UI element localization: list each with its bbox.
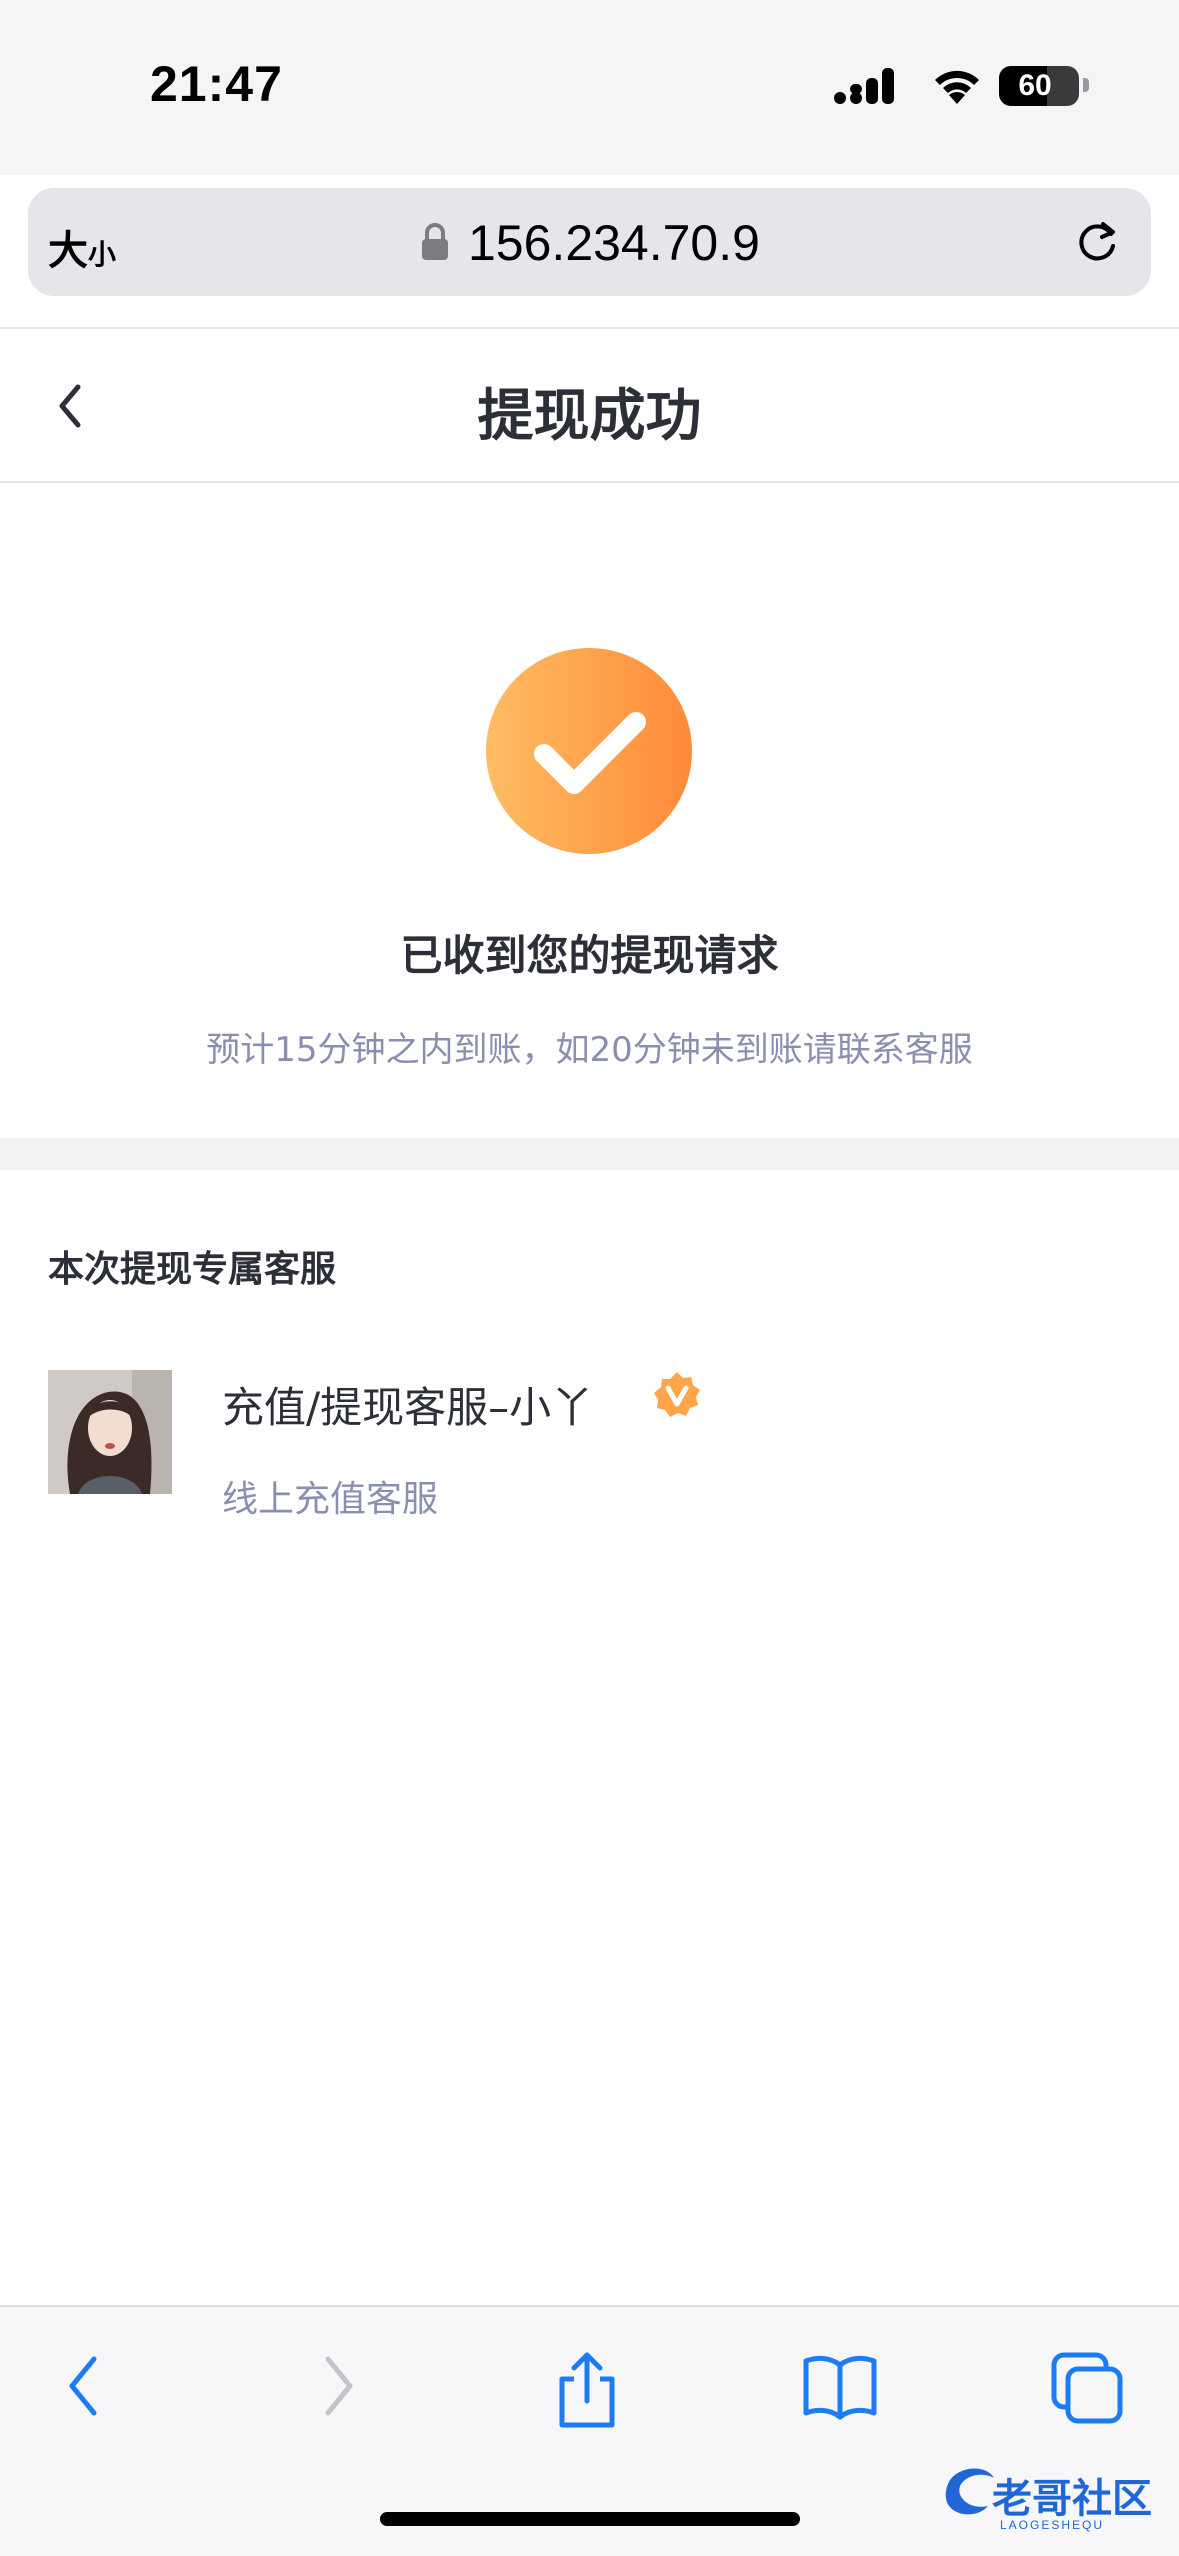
tabs-icon[interactable] [1050,2351,1126,2425]
bookmarks-icon[interactable] [800,2351,880,2421]
url-text[interactable]: 156.234.70.9 [468,214,760,272]
success-subtitle: 预计15分钟之内到账，如20分钟未到账请联系客服 [206,1030,973,1070]
section-divider [0,1138,1179,1170]
lock-icon [422,223,448,260]
back-arrow-icon[interactable] [60,2351,110,2421]
text-size-small-label: 小 [88,238,117,271]
battery-tip [1083,78,1089,92]
page-title: 提现成功 [477,384,702,449]
watermark-logo: 老哥社区 LAOGESHEQU [940,2460,1170,2540]
home-indicator[interactable] [380,2512,800,2526]
checkmark-circle-icon [486,648,692,854]
cellular-signal-icon [834,68,894,104]
reload-icon[interactable] [1071,216,1123,268]
page-header: 提现成功 [0,329,1179,483]
battery-percent: 60 [1018,69,1052,102]
dragon-logo-icon [945,2468,994,2515]
text-size-button[interactable]: 大小 [48,218,116,276]
status-time: 21:47 [150,56,283,112]
forward-arrow-icon[interactable] [312,2351,362,2421]
cs-agent-description: 线上充值客服 [222,1479,439,1520]
address-bar[interactable]: 大小 156.234.70.9 [28,188,1151,296]
text-size-big-label: 大 [48,228,88,274]
watermark-subtext: LAOGESHEQU [1000,2518,1105,2532]
cs-section-heading: 本次提现专属客服 [48,1249,337,1290]
success-title: 已收到您的提现请求 [400,931,779,980]
cs-agent-name[interactable]: 充值/提现客服–小丫 [222,1374,593,1435]
status-bar: 21:47 60 [0,0,1179,175]
share-icon[interactable] [552,2351,622,2429]
verified-badge-icon [654,1372,700,1417]
checkmark-icon [534,712,646,794]
watermark-text: 老哥社区 [992,2477,1152,2521]
battery-icon: 60 [999,66,1079,106]
wifi-icon [935,70,979,104]
avatar-image [48,1370,172,1494]
avatar[interactable] [48,1370,172,1494]
